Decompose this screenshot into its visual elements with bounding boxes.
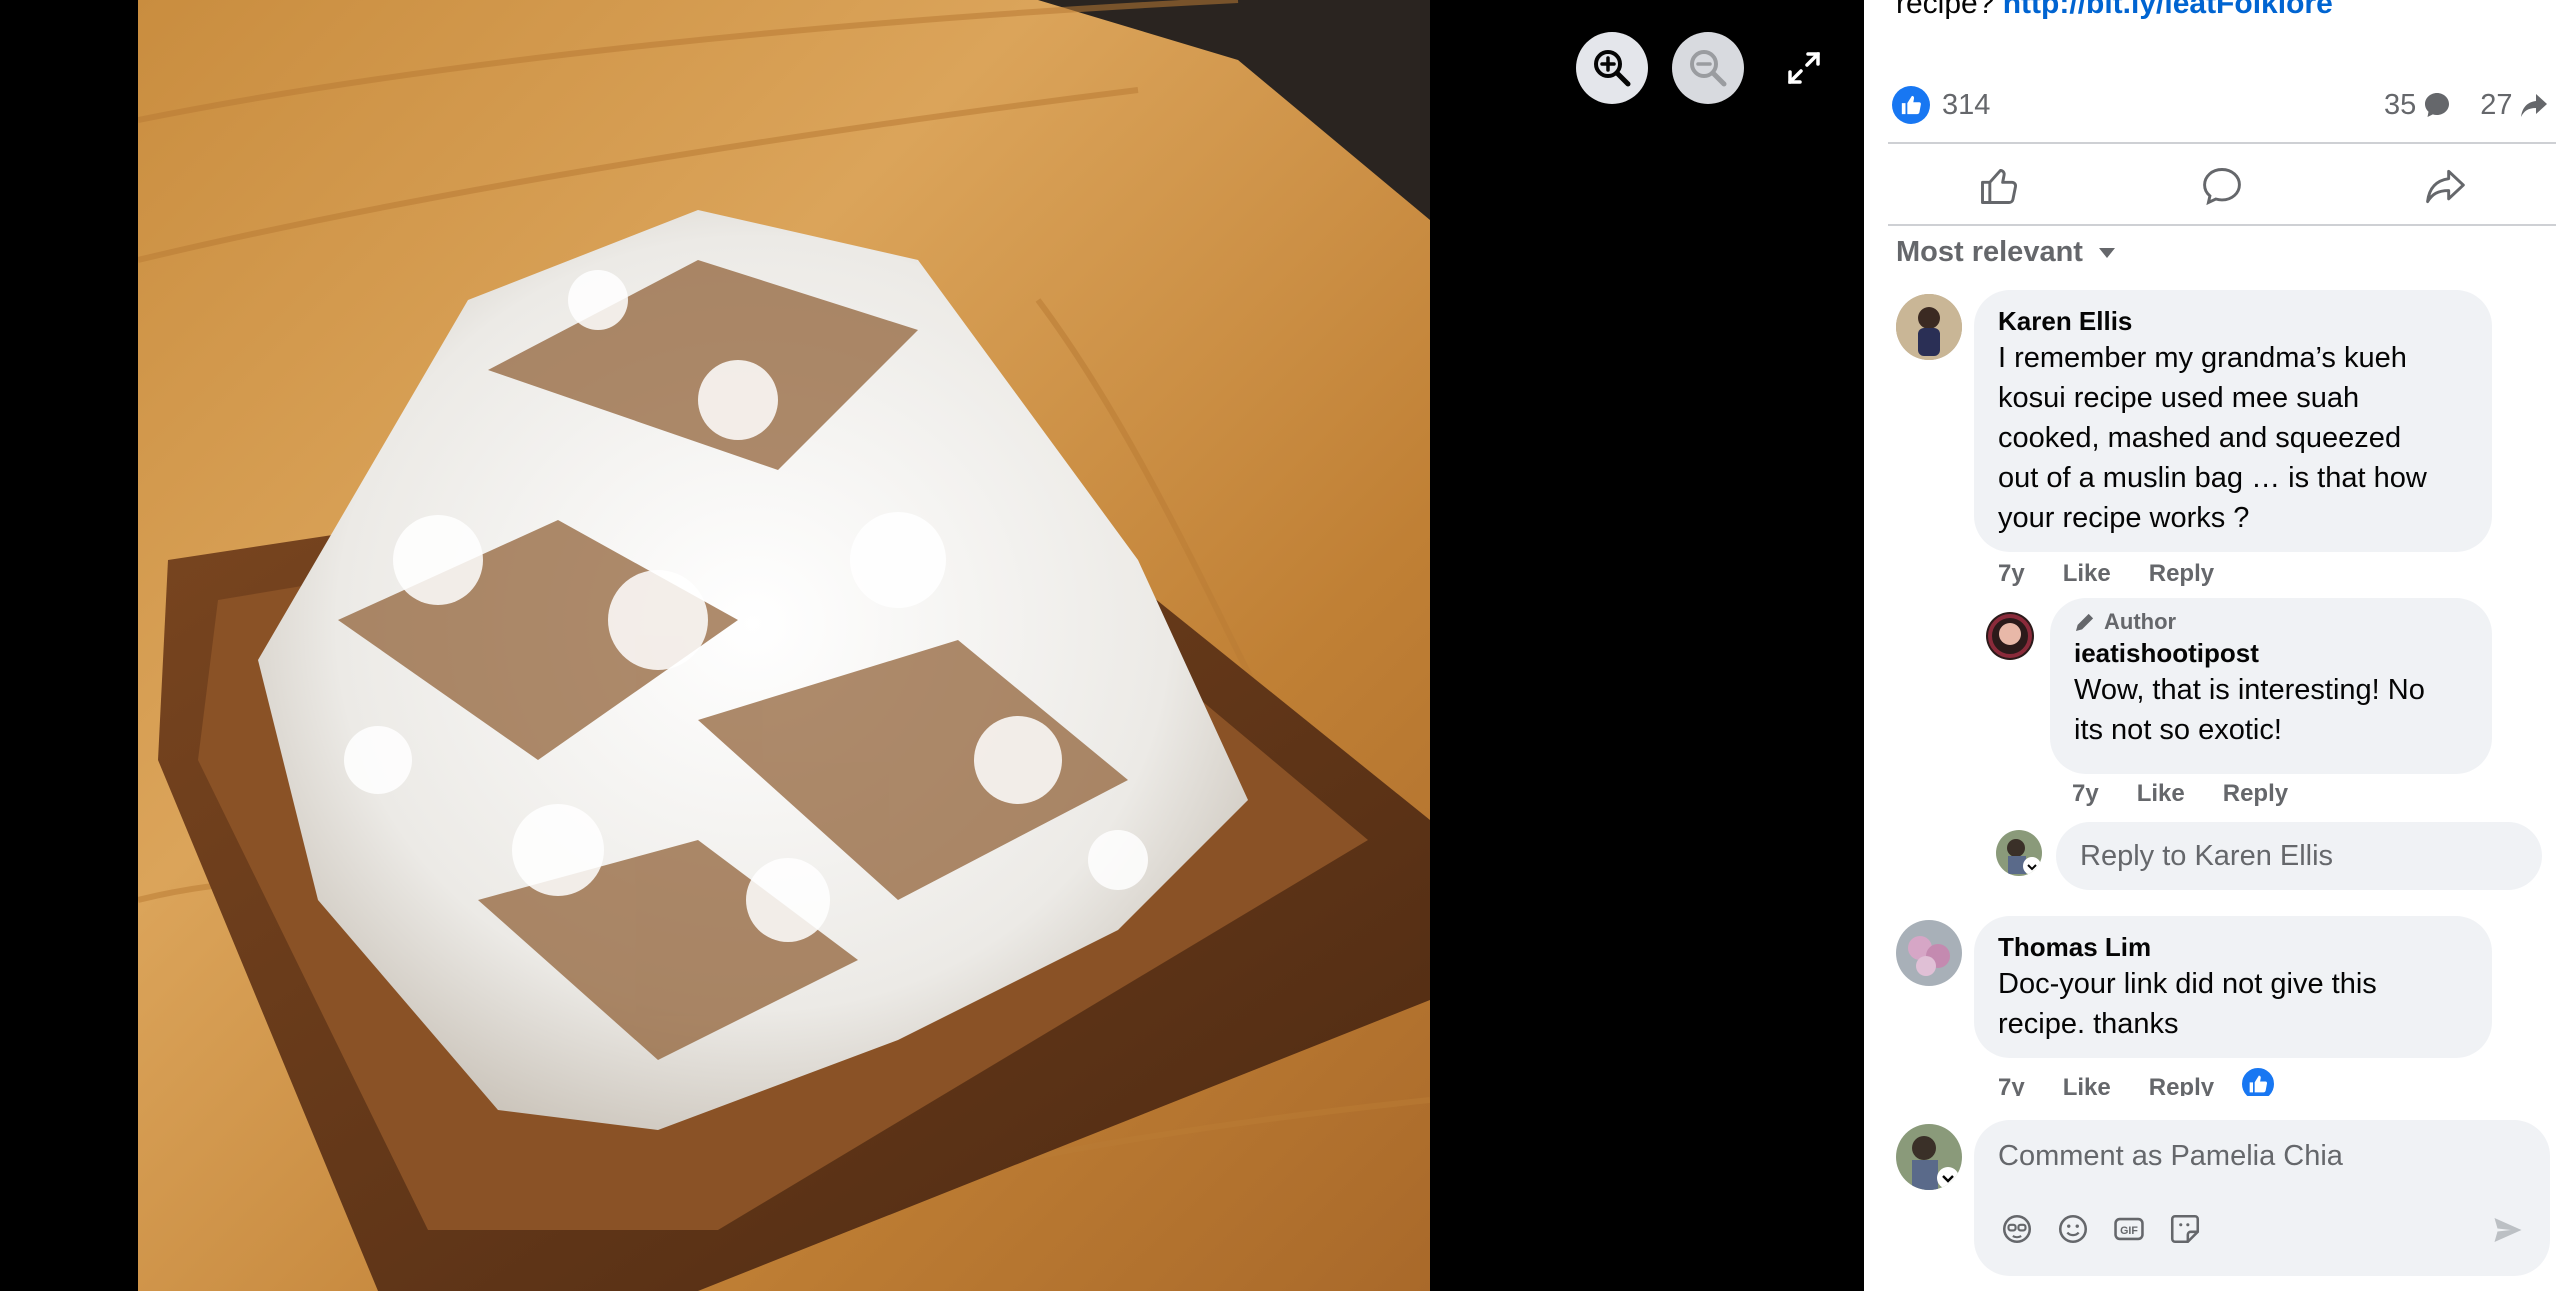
- photo-viewer: [0, 0, 1864, 1291]
- like-reaction-icon: [1892, 86, 1930, 124]
- comment-text-line: out of a muslin bag … is that how: [1998, 462, 2427, 494]
- zoom-in-button[interactable]: [1576, 32, 1648, 104]
- post-stats: 35 27: [2384, 84, 2556, 126]
- comment-text-line: your recipe works ?: [1998, 502, 2250, 534]
- stats-divider: [1888, 142, 2556, 144]
- comment-text-line: recipe. thanks: [1998, 1008, 2179, 1040]
- avatar-pamelia-chia[interactable]: [1896, 1124, 1962, 1190]
- comment-bubble-icon: [2425, 93, 2450, 117]
- comment-icon: [2203, 168, 2241, 206]
- like-button[interactable]: [1939, 156, 2059, 216]
- comment-text-line: Wow, that is interesting! No: [2074, 674, 2425, 706]
- post-photo[interactable]: [138, 0, 1430, 1291]
- post-text-prefix: recipe?: [1896, 0, 2003, 20]
- expand-icon: [1788, 52, 1820, 84]
- comment-timestamp[interactable]: 7y: [2072, 780, 2099, 808]
- avatar-karen-ellis[interactable]: [1896, 294, 1962, 360]
- thumbs-up-icon: [1981, 168, 2018, 204]
- reactions-summary[interactable]: 314: [1892, 84, 1990, 126]
- comment-text-line: cooked, mashed and squeezed: [1998, 422, 2402, 454]
- send-icon[interactable]: [2490, 1212, 2526, 1248]
- pencil-icon: [2075, 613, 2094, 632]
- share-button[interactable]: [2385, 156, 2505, 216]
- comment-sort-dropdown[interactable]: Most relevant: [1896, 236, 2117, 269]
- share-icon: [2425, 169, 2465, 204]
- comment-author[interactable]: ieatishootipost: [2074, 636, 2468, 670]
- post-text: recipe? http://bit.ly/ieatFolklore: [1896, 0, 2333, 22]
- svg-text:GIF: GIF: [2120, 1225, 2138, 1237]
- comment-author[interactable]: Thomas Lim: [1998, 930, 2468, 964]
- zoom-out-icon: [1690, 50, 1727, 87]
- avatar-ieatishootipost[interactable]: [1986, 612, 2034, 660]
- share-count-value: 27: [2480, 88, 2513, 121]
- comment-input-placeholder: Comment as Pamelia Chia: [1998, 1140, 2343, 1172]
- emoji-icon[interactable]: [2056, 1212, 2090, 1246]
- avatar-current-user[interactable]: [1996, 830, 2042, 876]
- author-badge-label: Author: [2104, 609, 2177, 634]
- comment-meta: 7y Like Reply: [1998, 560, 2252, 588]
- kueh-kosui-photo: [138, 0, 1430, 1291]
- comment-author[interactable]: Karen Ellis: [1998, 304, 2468, 338]
- share-count[interactable]: 27: [2480, 89, 2548, 122]
- avatar-sticker-icon[interactable]: [2000, 1212, 2034, 1246]
- reaction-count: 314: [1942, 88, 1991, 121]
- fullscreen-button[interactable]: [1784, 48, 1824, 88]
- comment-count[interactable]: 35: [2384, 89, 2452, 122]
- actions-divider: [1888, 224, 2556, 226]
- comment-bubble-karen-ellis: Karen Ellis I remember my grandma’s kueh…: [1974, 290, 2492, 552]
- sticker-icon[interactable]: [2168, 1212, 2202, 1246]
- caret-down-icon: [2098, 247, 2115, 258]
- share-arrow-icon: [2520, 94, 2547, 117]
- comment-text-line: I remember my grandma’s kueh: [1998, 342, 2407, 374]
- comment-composer[interactable]: Comment as Pamelia Chia GIF: [1974, 1120, 2550, 1276]
- gif-icon[interactable]: GIF: [2112, 1212, 2146, 1246]
- reply-meta: 7y Like Reply: [2072, 780, 2326, 808]
- comment-count-value: 35: [2384, 88, 2417, 121]
- comment-timestamp[interactable]: 7y: [1998, 560, 2025, 588]
- comment-like-link[interactable]: Like: [2137, 780, 2185, 808]
- avatar-thomas-lim[interactable]: [1896, 920, 1962, 986]
- comment-button[interactable]: [2162, 156, 2282, 216]
- comment-reply-link[interactable]: Reply: [2223, 780, 2288, 808]
- reply-input-placeholder: Reply to Karen Ellis: [2080, 839, 2334, 872]
- comment-bubble-thomas-lim: Thomas Lim Doc-your link did not give th…: [1974, 916, 2492, 1058]
- composer-tools: GIF: [2000, 1212, 2202, 1246]
- comment-reply-link[interactable]: Reply: [2149, 560, 2214, 588]
- post-actions: [1888, 150, 2556, 222]
- comment-like-link[interactable]: Like: [2063, 560, 2111, 588]
- post-link[interactable]: http://bit.ly/ieatFolklore: [2003, 0, 2333, 20]
- zoom-out-button[interactable]: [1672, 32, 1744, 104]
- comments-panel: recipe? http://bit.ly/ieatFolklore 314 3…: [1864, 0, 2556, 1291]
- comment-text-line: kosui recipe used mee suah: [1998, 382, 2360, 414]
- zoom-in-icon: [1594, 50, 1631, 87]
- comment-text-line: Doc-your link did not give this: [1998, 968, 2377, 1000]
- comment-bubble-ieatishootipost: Author ieatishootipost Wow, that is inte…: [2050, 598, 2492, 774]
- reply-input[interactable]: Reply to Karen Ellis: [2056, 822, 2542, 890]
- author-badge: Author: [2074, 608, 2468, 636]
- comment-text-line: its not so exotic!: [2074, 714, 2282, 746]
- sort-label: Most relevant: [1896, 236, 2083, 268]
